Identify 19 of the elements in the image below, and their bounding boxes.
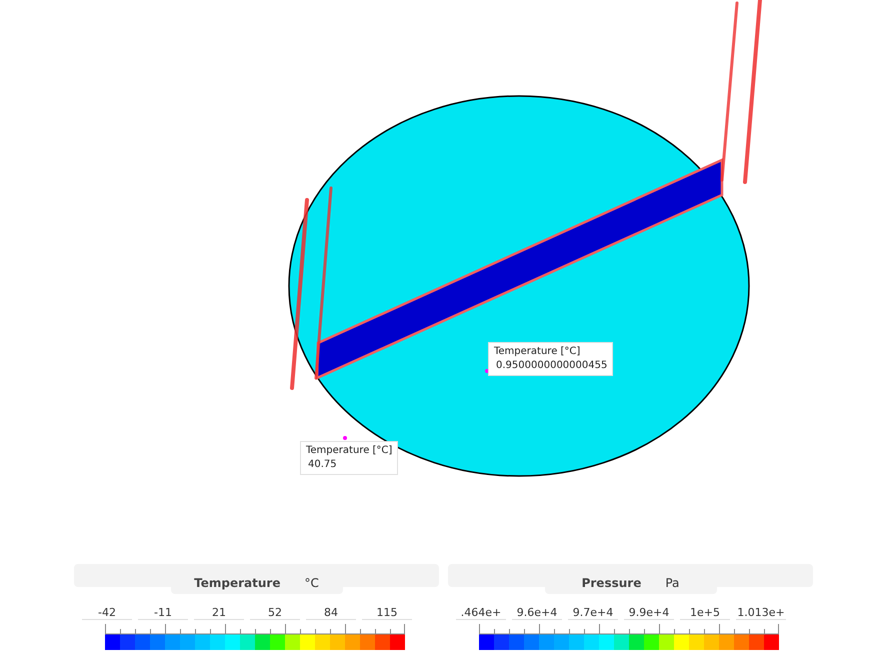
- tick-label: 115: [362, 606, 412, 620]
- quantity-label: Pressure: [582, 576, 642, 590]
- tick-label: 9.7e+4: [568, 606, 618, 620]
- tick-label: 9.9e+4: [624, 606, 674, 620]
- tick-label: 52: [250, 606, 300, 620]
- tick-label: 1.013e+: [736, 606, 786, 620]
- tick-label: 1e+5: [680, 606, 730, 620]
- quantity-label: Temperature: [194, 576, 280, 590]
- probe-label: Temperature [°C] 40.75: [300, 441, 398, 475]
- probe-label: Temperature [°C] 0.9500000000000455: [488, 342, 614, 376]
- tick-label: -11: [138, 606, 188, 620]
- tick-label: .464e+: [456, 606, 506, 620]
- tick-label: 9.6e+4: [512, 606, 562, 620]
- tick-label: 84: [306, 606, 356, 620]
- probe-marker: [343, 436, 347, 440]
- unit-label: °C: [304, 576, 319, 590]
- unit-label: Pa: [665, 576, 680, 590]
- tick-label: 21: [194, 606, 244, 620]
- tick-label: -42: [82, 606, 132, 620]
